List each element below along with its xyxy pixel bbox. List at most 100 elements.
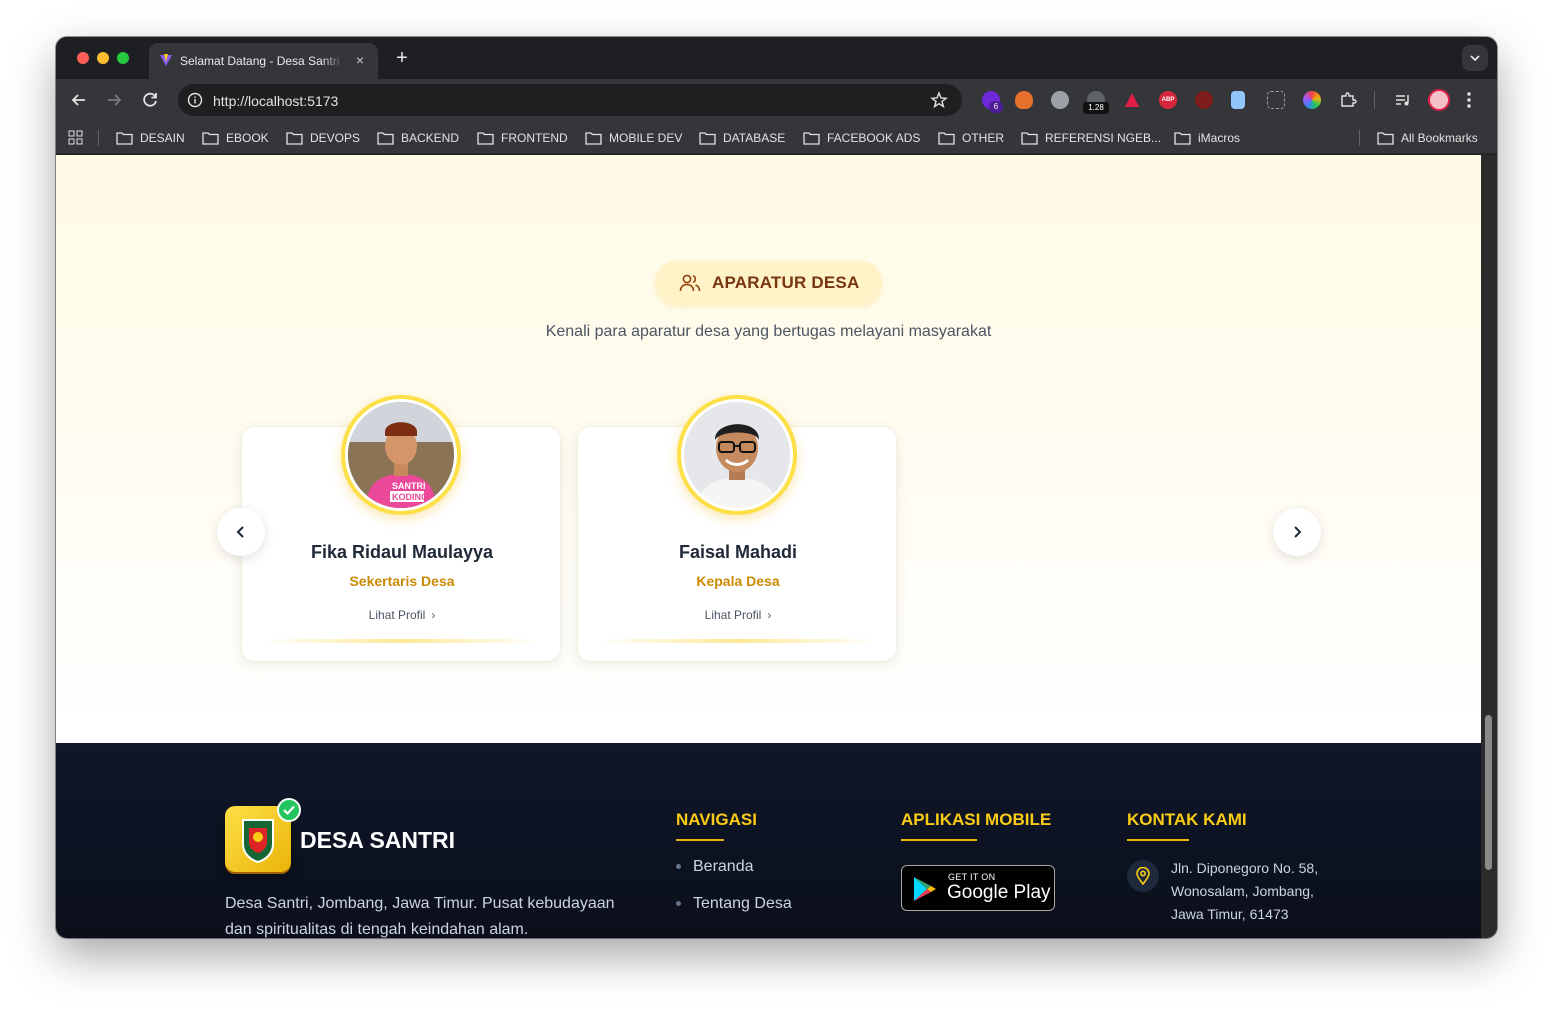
svg-text:SANTRI: SANTRI <box>392 481 426 491</box>
chevron-right-icon: › <box>431 608 436 622</box>
profile-avatar[interactable] <box>1428 89 1450 111</box>
users-icon <box>679 274 701 292</box>
bookmark-folder[interactable]: FRONTEND <box>477 130 568 146</box>
media-control-icon[interactable] <box>1394 91 1412 109</box>
chevron-right-icon <box>1294 526 1302 538</box>
chevron-left-icon <box>236 526 244 538</box>
chevron-down-icon <box>1470 55 1480 62</box>
svg-text:KODING: KODING <box>392 492 428 502</box>
close-window-button[interactable] <box>77 52 89 64</box>
contact-address: Jln. Diponegoro No. 58, Wonosalam, Jomba… <box>1171 860 1319 922</box>
bookmark-folder[interactable]: EBOOK <box>202 130 269 146</box>
official-role: Sekertaris Desa <box>349 573 455 589</box>
aparatur-section: APARATUR DESA Kenali para aparatur desa … <box>56 155 1481 743</box>
card-glow <box>262 639 542 643</box>
bookmark-folder[interactable]: BACKEND <box>377 130 459 146</box>
chevron-right-icon: › <box>767 608 772 622</box>
google-play-icon <box>914 877 936 901</box>
bookmark-folder[interactable]: iMacros <box>1174 130 1240 146</box>
section-badge: APARATUR DESA <box>655 261 882 305</box>
footer-nav-link[interactable]: Tentang Desa <box>676 895 792 913</box>
card-glow <box>598 639 878 643</box>
tab-title: Selamat Datang - Desa Santri <box>180 54 345 68</box>
bookmark-folder[interactable]: REFERENSI NGEB... <box>1021 130 1161 146</box>
bookmark-star-icon[interactable] <box>930 91 948 109</box>
official-name: Faisal Mahadi <box>678 542 798 562</box>
counter-badge: 1.28 <box>1083 102 1109 114</box>
back-arrow-icon[interactable] <box>68 89 90 111</box>
verified-check-icon <box>277 798 301 822</box>
folder-icon <box>803 132 820 145</box>
screenshot-extension-icon[interactable] <box>1267 91 1285 109</box>
bookmark-folder[interactable]: OTHER <box>938 130 1004 146</box>
tab-close-button[interactable]: × <box>351 51 369 69</box>
bookmark-folder[interactable]: DEVOPS <box>286 130 360 146</box>
all-bookmarks-folder[interactable]: All Bookmarks <box>1377 130 1478 146</box>
footer-nav-link[interactable]: Beranda <box>676 858 754 876</box>
folder-icon <box>286 132 303 145</box>
forward-arrow-icon[interactable] <box>103 89 125 111</box>
color-extension-icon[interactable] <box>1303 91 1321 109</box>
folder-icon <box>938 132 955 145</box>
tab-active[interactable]: Selamat Datang - Desa Santri × <box>149 43 378 79</box>
official-photo: SANTRI KODING <box>348 402 454 508</box>
vite-favicon-icon <box>160 54 172 66</box>
folder-icon <box>202 132 219 145</box>
bookmark-separator <box>1359 130 1360 146</box>
toolbar-divider <box>1374 91 1375 109</box>
bullet-icon <box>676 864 681 870</box>
face-extension-icon[interactable] <box>1195 91 1213 109</box>
bookmark-folder[interactable]: MOBILE DEV <box>585 130 682 146</box>
official-avatar <box>677 395 797 515</box>
official-avatar: SANTRI KODING <box>341 395 461 515</box>
footer-rule <box>901 839 977 841</box>
address-bar[interactable]: http://localhost:5173 <box>178 84 962 116</box>
minimize-window-button[interactable] <box>97 52 109 64</box>
footer-apps-title: APLIKASI MOBILE <box>901 810 1052 829</box>
page-viewport: APARATUR DESA Kenali para aparatur desa … <box>56 155 1481 938</box>
footer-contact-title: KONTAK KAMI <box>1127 810 1247 829</box>
official-photo <box>684 402 790 508</box>
puzzle-extension-icon[interactable] <box>1339 91 1357 109</box>
doc-extension-icon[interactable] <box>1231 91 1245 109</box>
extension-badge: 6 <box>989 101 1003 113</box>
page-scrollbar[interactable] <box>1481 155 1497 938</box>
view-profile-link[interactable]: Lihat Profil › <box>578 608 898 622</box>
fox-extension-icon[interactable] <box>1015 91 1033 109</box>
new-tab-button[interactable]: + <box>391 47 413 69</box>
view-profile-link[interactable]: Lihat Profil › <box>242 608 562 622</box>
section-title: APARATUR DESA <box>712 273 860 292</box>
url-text: http://localhost:5173 <box>213 93 339 109</box>
bookmark-folder[interactable]: DESAIN <box>116 130 185 146</box>
scrollbar-thumb[interactable] <box>1485 715 1492 870</box>
reload-icon[interactable] <box>139 89 161 111</box>
wing-extension-icon[interactable] <box>1051 91 1069 109</box>
bookmark-folder[interactable]: FACEBOOK ADS <box>803 130 920 146</box>
site-info-icon[interactable] <box>187 92 203 108</box>
tab-search-button[interactable] <box>1462 45 1488 71</box>
folder-icon <box>1021 132 1038 145</box>
google-play-button[interactable]: GET IT ON Google Play <box>901 865 1055 911</box>
menu-kebab-icon[interactable] <box>1466 90 1472 110</box>
carousel-next-button[interactable] <box>1273 508 1321 556</box>
footer-nav-title: NAVIGASI <box>676 810 757 829</box>
folder-icon <box>699 132 716 145</box>
bookmark-folder[interactable]: DATABASE <box>699 130 785 146</box>
zoom-window-button[interactable] <box>117 52 129 64</box>
footer-brand: DESA SANTRI <box>300 827 456 853</box>
folder-icon <box>377 132 394 145</box>
official-name: Fika Ridaul Maulayya <box>310 542 494 562</box>
bookmark-separator <box>98 130 99 146</box>
triangle-extension-icon[interactable] <box>1123 91 1141 109</box>
folder-icon <box>477 132 494 145</box>
apps-grid-icon[interactable] <box>68 130 84 146</box>
location-pin-icon <box>1127 860 1159 892</box>
official-role: Kepala Desa <box>696 573 780 589</box>
adblock-extension-icon[interactable]: ABP <box>1159 91 1177 109</box>
carousel-prev-button[interactable] <box>217 508 265 556</box>
footer-rule <box>1127 839 1189 841</box>
bookmarks-bar: DESAIN EBOOK DEVOPS BACKEND FRONTEND MOB… <box>56 121 1497 154</box>
folder-icon <box>585 132 602 145</box>
toolbar: http://localhost:5173 6 1.28 ABP <box>56 79 1497 121</box>
folder-icon <box>1377 132 1394 145</box>
